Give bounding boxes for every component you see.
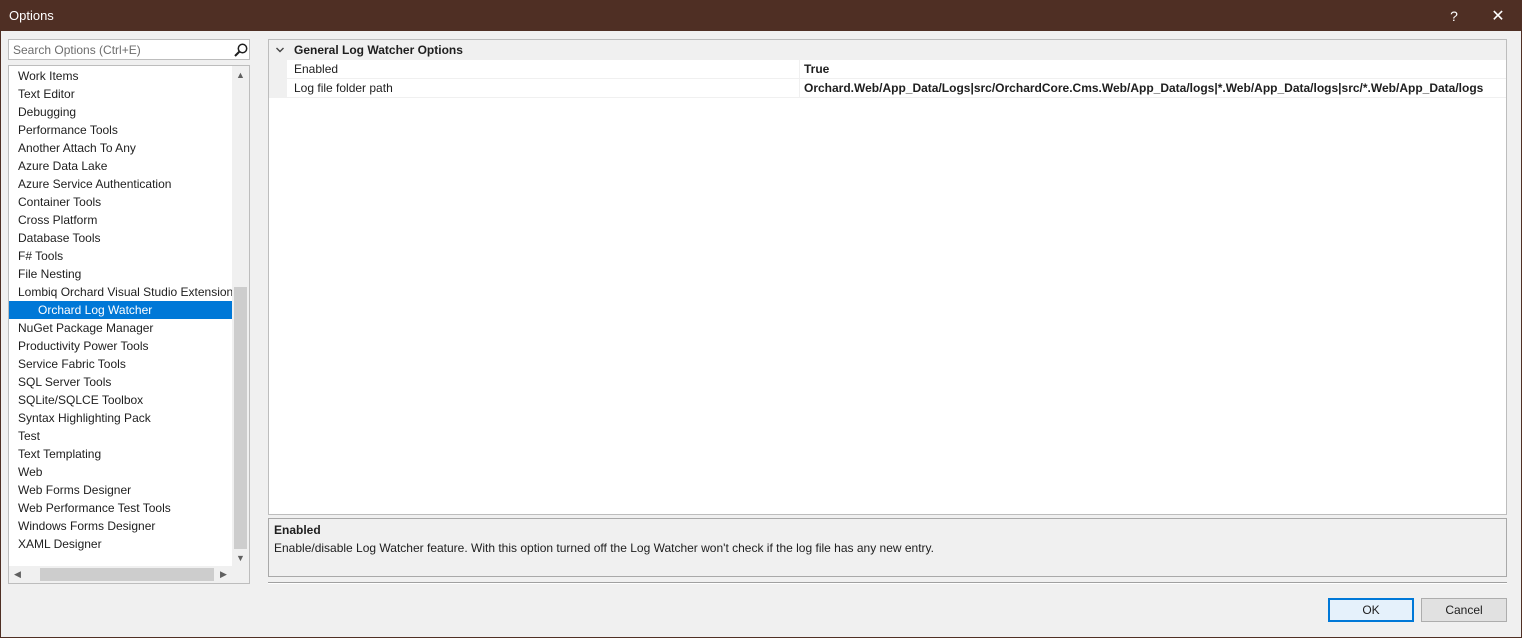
- horizontal-scroll-thumb[interactable]: [40, 568, 214, 581]
- tree-item[interactable]: Web Forms Designer: [9, 481, 232, 499]
- search-icon[interactable]: [233, 42, 249, 58]
- tree-item[interactable]: File Nesting: [9, 265, 232, 283]
- title-bar: Options ? ✕: [0, 0, 1522, 31]
- search-box[interactable]: [8, 39, 250, 60]
- tree-item[interactable]: Syntax Highlighting Pack: [9, 409, 232, 427]
- column-divider[interactable]: [799, 60, 800, 79]
- column-divider[interactable]: [799, 79, 800, 98]
- divider-highlight: [268, 583, 1507, 584]
- row-gutter: [269, 79, 287, 98]
- property-grid: General Log Watcher Options Enabled True…: [268, 39, 1507, 515]
- tree-item[interactable]: NuGet Package Manager: [9, 319, 232, 337]
- tree-item[interactable]: Service Fabric Tools: [9, 355, 232, 373]
- tree-item[interactable]: Test: [9, 427, 232, 445]
- tree-item[interactable]: Another Attach To Any: [9, 139, 232, 157]
- scroll-left-icon[interactable]: ◀: [9, 566, 26, 583]
- property-category-label: General Log Watcher Options: [294, 43, 463, 57]
- tree-item[interactable]: Database Tools: [9, 229, 232, 247]
- window-title: Options: [9, 8, 54, 23]
- tree-vertical-scrollbar[interactable]: ▲ ▼: [232, 66, 249, 566]
- tree-horizontal-scrollbar[interactable]: ◀ ▶: [9, 566, 232, 583]
- property-name: Log file folder path: [294, 81, 393, 95]
- property-name: Enabled: [294, 62, 339, 76]
- options-tree-list: Work Items Text Editor Debugging Performanc…: [9, 67, 233, 553]
- tree-item[interactable]: Orchard Log Watcher: [9, 301, 232, 319]
- tree-item[interactable]: F# Tools: [9, 247, 232, 265]
- ok-button[interactable]: OK: [1328, 598, 1414, 622]
- property-category-header[interactable]: General Log Watcher Options: [269, 40, 1506, 60]
- description-title: Enabled: [274, 523, 321, 537]
- tree-item[interactable]: XAML Designer: [9, 535, 232, 553]
- scroll-down-icon[interactable]: ▼: [232, 549, 249, 566]
- scroll-right-icon[interactable]: ▶: [215, 566, 232, 583]
- property-value[interactable]: True: [804, 62, 829, 76]
- cancel-button[interactable]: Cancel: [1421, 598, 1507, 622]
- description-text: Enable/disable Log Watcher feature. With…: [274, 541, 934, 555]
- help-button[interactable]: ?: [1432, 0, 1476, 31]
- scrollbar-corner: [232, 566, 249, 583]
- tree-item[interactable]: Windows Forms Designer: [9, 517, 232, 535]
- property-value[interactable]: Orchard.Web/App_Data/Logs|src/OrchardCor…: [804, 81, 1483, 95]
- tree-item[interactable]: Cross Platform: [9, 211, 232, 229]
- tree-item[interactable]: Web Performance Test Tools: [9, 499, 232, 517]
- tree-item[interactable]: Azure Service Authentication: [9, 175, 232, 193]
- vertical-scroll-thumb[interactable]: [234, 287, 247, 549]
- tree-item[interactable]: Container Tools: [9, 193, 232, 211]
- row-gutter: [269, 60, 287, 79]
- options-tree: Work Items Text Editor Debugging Performanc…: [8, 65, 250, 584]
- tree-item[interactable]: Lombiq Orchard Visual Studio Extension: [9, 283, 233, 301]
- search-input[interactable]: [9, 40, 229, 59]
- close-button[interactable]: ✕: [1476, 0, 1520, 31]
- tree-item[interactable]: SQLite/SQLCE Toolbox: [9, 391, 232, 409]
- tree-item[interactable]: Work Items: [9, 67, 232, 85]
- chevron-down-icon[interactable]: [272, 42, 288, 58]
- tree-item[interactable]: Performance Tools: [9, 121, 232, 139]
- property-row-enabled[interactable]: Enabled True: [269, 60, 1506, 79]
- tree-item[interactable]: Web: [9, 463, 232, 481]
- scroll-up-icon[interactable]: ▲: [232, 66, 249, 83]
- tree-item[interactable]: Debugging: [9, 103, 232, 121]
- tree-item[interactable]: Text Editor: [9, 85, 232, 103]
- tree-item[interactable]: Productivity Power Tools: [9, 337, 232, 355]
- description-panel: Enabled Enable/disable Log Watcher featu…: [268, 518, 1507, 577]
- tree-item[interactable]: Azure Data Lake: [9, 157, 232, 175]
- property-row-log-path[interactable]: Log file folder path Orchard.Web/App_Dat…: [269, 79, 1506, 98]
- tree-item[interactable]: Text Templating: [9, 445, 232, 463]
- tree-item[interactable]: SQL Server Tools: [9, 373, 232, 391]
- row-separator: [287, 97, 1506, 98]
